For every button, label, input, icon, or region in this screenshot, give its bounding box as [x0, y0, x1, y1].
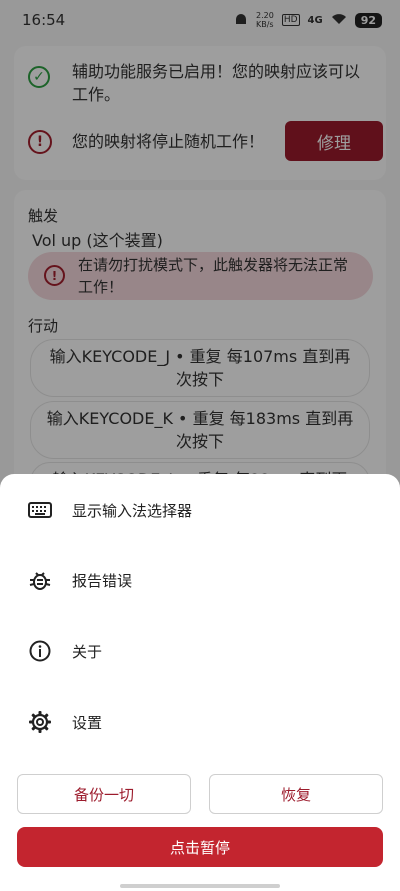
menu-item-report-bug[interactable]: 报告错误 [0, 552, 400, 608]
menu-item-settings[interactable]: 设置 [0, 694, 400, 750]
pause-button[interactable]: 点击暂停 [17, 827, 383, 867]
bottom-sheet-menu: 显示输入法选择器 报告错误 关于 设置 备份一切 恢复 点击暂停 [0, 474, 400, 891]
menu-item-label: 显示输入法选择器 [72, 501, 193, 520]
bug-icon [28, 568, 52, 592]
keyboard-icon [28, 498, 52, 522]
menu-item-label: 关于 [72, 642, 103, 661]
backup-all-button[interactable]: 备份一切 [17, 774, 191, 814]
gear-icon [28, 710, 52, 734]
menu-item-label: 设置 [72, 713, 103, 732]
menu-item-show-input-method-picker[interactable]: 显示输入法选择器 [0, 482, 400, 538]
menu-item-about[interactable]: 关于 [0, 623, 400, 679]
home-indicator[interactable] [120, 884, 280, 888]
menu-item-label: 报告错误 [72, 571, 133, 590]
info-icon [28, 639, 52, 663]
restore-button[interactable]: 恢复 [209, 774, 383, 814]
